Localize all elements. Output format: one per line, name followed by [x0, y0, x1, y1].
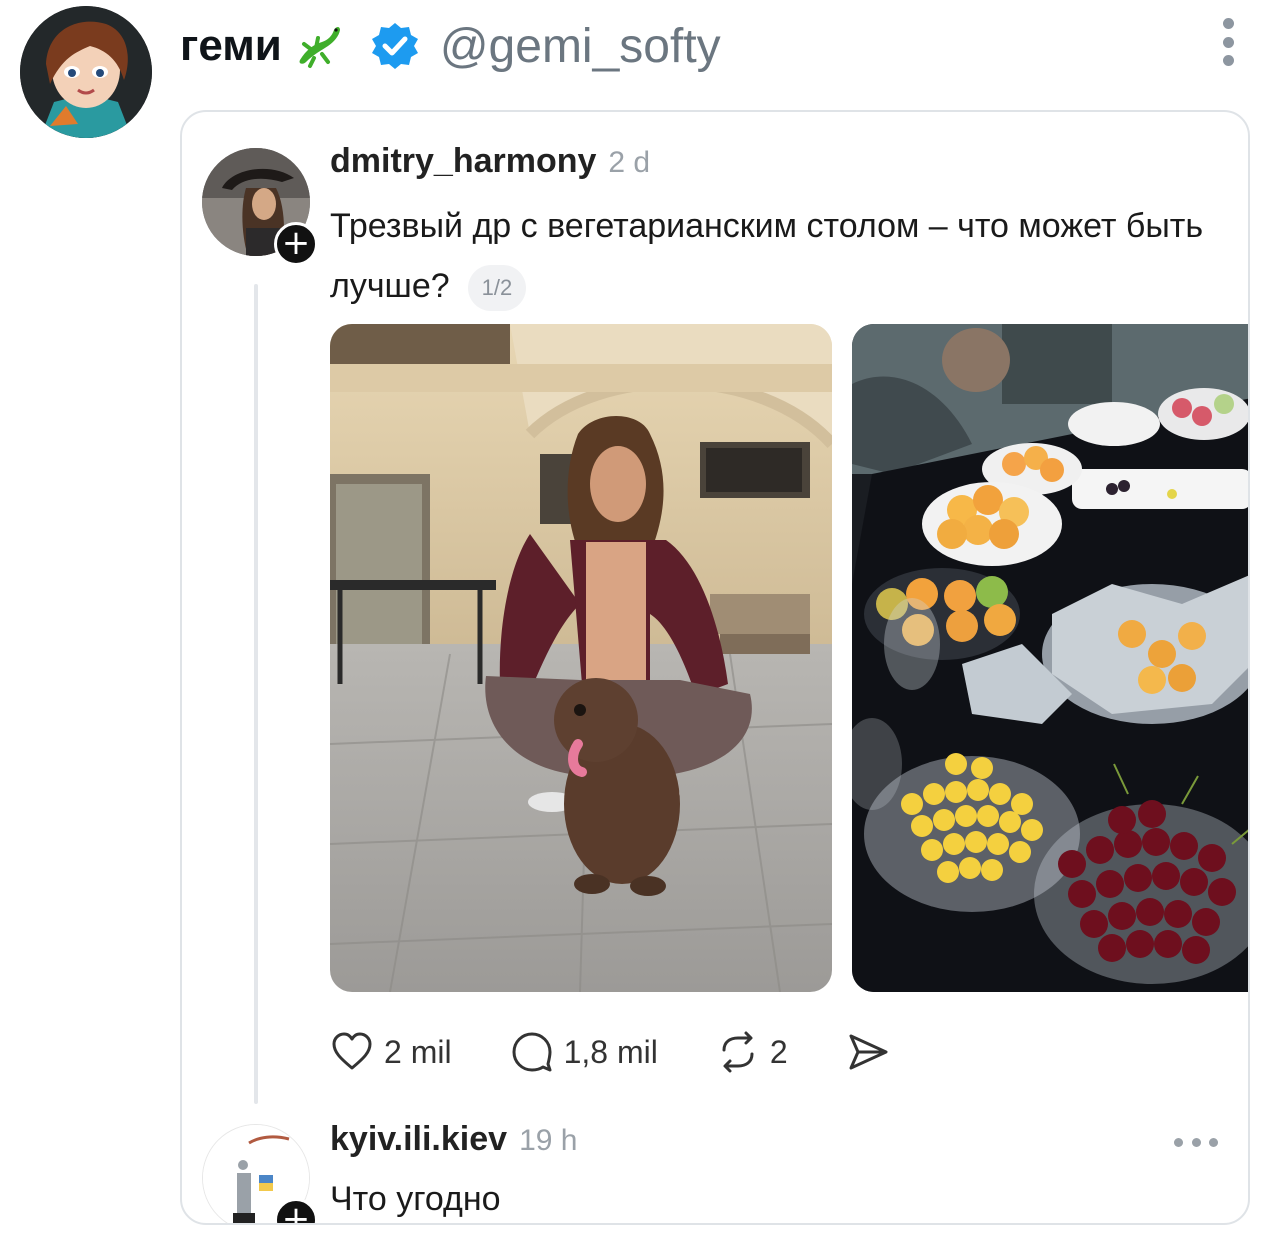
- repost-icon: [722, 1031, 754, 1073]
- reply-header: kyiv.ili.kiev 19 h: [330, 1120, 577, 1170]
- lizard-icon: [292, 20, 344, 72]
- reply-username[interactable]: kyiv.ili.kiev: [330, 1120, 507, 1159]
- repost-count: 2: [769, 1033, 788, 1070]
- reply-timestamp: 19 h: [519, 1124, 578, 1157]
- like-button[interactable]: 2 mil: [330, 1030, 452, 1074]
- share-button[interactable]: [846, 1030, 890, 1074]
- post-actions-bar: 2 mil 1,8 mil 2: [330, 1022, 890, 1082]
- send-icon: [849, 1034, 888, 1070]
- author-avatar[interactable]: [20, 6, 152, 138]
- like-count: 2 mil: [384, 1033, 452, 1070]
- post-timestamp: 2 d: [608, 146, 651, 179]
- post-text: Трезвый др с вегетарианским столом – что…: [330, 196, 1210, 316]
- author-header: геми @gemi_softy: [180, 14, 721, 78]
- author-display-name[interactable]: геми: [180, 21, 282, 71]
- embedded-post-card[interactable]: + dmitry_harmony 2 d Трезвый др с вегета…: [180, 110, 1250, 1225]
- thread-line: [254, 284, 258, 1104]
- reply-text: Что угодно: [330, 1180, 501, 1218]
- comment-button[interactable]: 1,8 mil: [510, 1030, 658, 1074]
- comment-count: 1,8 mil: [563, 1033, 658, 1070]
- comment-icon: [512, 1032, 552, 1072]
- repost-button[interactable]: 2: [716, 1030, 788, 1074]
- author-handle[interactable]: @gemi_softy: [440, 19, 721, 74]
- image-pager-badge: 1/2: [467, 265, 527, 312]
- reply-more-options-icon[interactable]: [1174, 1132, 1218, 1152]
- verified-icon: [370, 21, 420, 71]
- post-image-1[interactable]: [330, 324, 832, 992]
- more-options-icon[interactable]: [1216, 18, 1240, 66]
- heart-icon: [332, 1032, 372, 1070]
- post-username[interactable]: dmitry_harmony: [330, 142, 596, 181]
- post-body: Трезвый др с вегетарианским столом – что…: [330, 207, 1204, 305]
- follow-plus-button[interactable]: +: [274, 222, 318, 266]
- post-header: dmitry_harmony 2 d: [330, 142, 650, 190]
- post-image-2[interactable]: [852, 324, 1248, 992]
